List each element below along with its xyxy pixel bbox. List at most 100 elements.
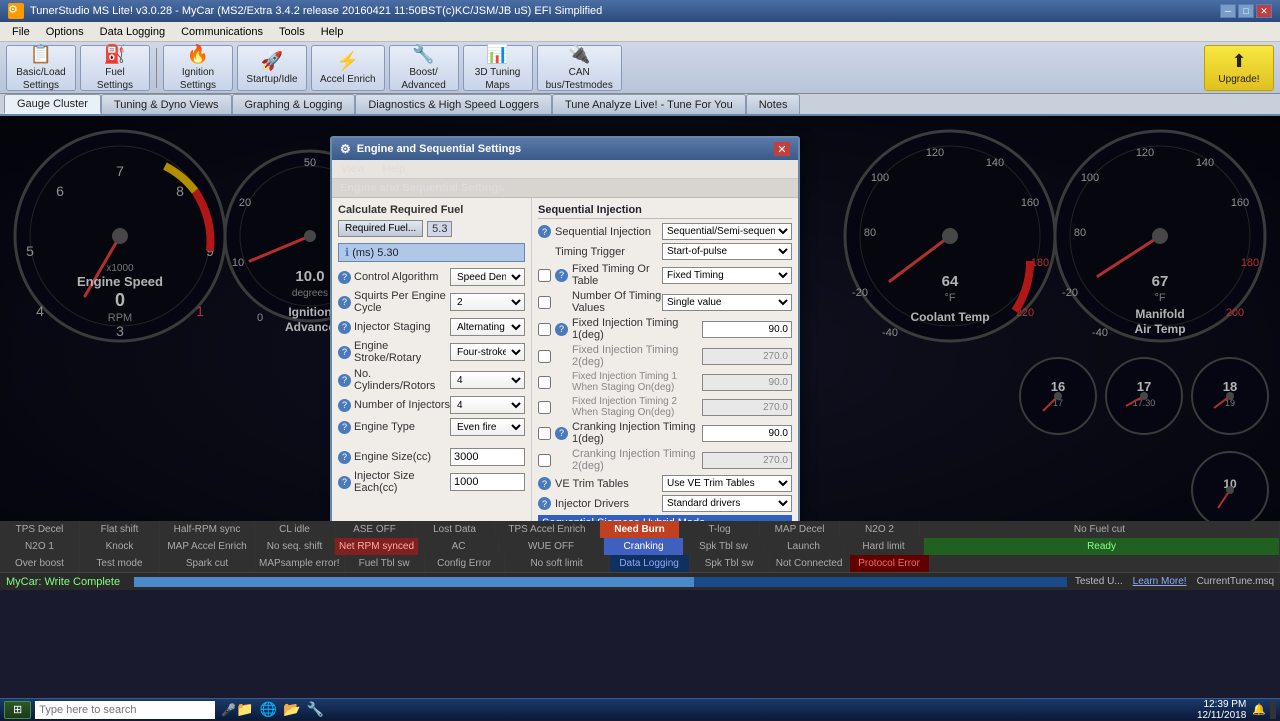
cranking-inj-1-checkbox[interactable] (538, 427, 551, 440)
injector-size-input[interactable] (450, 473, 525, 491)
taskbar-icon-4[interactable]: 🔧 (306, 701, 323, 718)
status-ase-off: ASE OFF (335, 521, 415, 538)
mic-icon: 🎤 (221, 703, 236, 717)
minimize-button[interactable]: ─ (1220, 4, 1236, 18)
injector-drivers-select[interactable]: Standard drivers (662, 495, 792, 512)
can-bus-button[interactable]: 🔌 CAN bus/Testmodes (537, 45, 622, 91)
engine-stroke-help-icon[interactable]: ? (338, 346, 351, 359)
basic-load-button[interactable]: 📋 Basic/Load Settings (6, 45, 76, 91)
status-hard-limit: Hard limit (844, 538, 924, 555)
ve-trim-select[interactable]: Use VE Trim Tables (662, 475, 792, 492)
injector-staging-select[interactable]: Alternating (450, 318, 525, 336)
num-injectors-help-icon[interactable]: ? (338, 399, 351, 412)
dialog-title-text: Engine and Sequential Settings (357, 143, 521, 155)
learn-more-link[interactable]: Learn More! (1133, 576, 1187, 587)
injector-drivers-help-icon[interactable]: ? (538, 497, 551, 510)
status-spk-tbl-sw: Spk Tbl sw (684, 538, 764, 555)
startup-idle-button[interactable]: 🚀 Startup/Idle (237, 45, 307, 91)
status-fuel-tbl-sw: Fuel Tbl sw (345, 555, 425, 572)
3d-tuning-button[interactable]: 📊 3D Tuning Maps (463, 45, 533, 91)
control-algorithm-select[interactable]: Speed Density (450, 268, 525, 286)
fixed-timing-checkbox[interactable] (538, 269, 551, 282)
status-map-decel: MAP Decel (760, 521, 840, 538)
num-injectors-select[interactable]: 4 (450, 396, 525, 414)
taskbar-icon-2[interactable]: 🌐 (260, 701, 277, 718)
seq-injection-select[interactable]: Sequential/Semi-sequential (662, 223, 792, 240)
fixed-timing-select[interactable]: Fixed Timing (662, 267, 792, 284)
cranking-inj-1-help-icon[interactable]: ? (555, 427, 568, 440)
menu-communications[interactable]: Communications (173, 26, 271, 38)
tab-gauge-cluster[interactable]: Gauge Cluster (4, 94, 101, 114)
taskbar-time-value: 12:39 PM (1197, 699, 1246, 710)
toolbar-separator (156, 48, 157, 88)
fixed-inj-1-staging-checkbox[interactable] (538, 376, 551, 389)
menu-data-logging[interactable]: Data Logging (92, 26, 173, 38)
engine-type-label: ? Engine Type (338, 421, 450, 434)
boost-advanced-button[interactable]: 🔧 Boost/ Advanced (389, 45, 459, 91)
timing-trigger-select[interactable]: Start-of-pulse (662, 243, 792, 260)
menu-options[interactable]: Options (38, 26, 92, 38)
fixed-inj-1-staging-row: Fixed Injection Timing 1 When Staging On… (538, 371, 792, 393)
engine-size-help-icon[interactable]: ? (338, 451, 351, 464)
cranking-inj-1-input[interactable] (702, 425, 792, 442)
ve-trim-help-icon[interactable]: ? (538, 477, 551, 490)
fixed-inj-1-help-icon[interactable]: ? (555, 323, 568, 336)
num-timing-values-checkbox[interactable] (538, 296, 551, 309)
injector-size-help-icon[interactable]: ? (338, 476, 351, 489)
engine-type-help-icon[interactable]: ? (338, 421, 351, 434)
squirts-per-cycle-select[interactable]: 2 (450, 293, 525, 311)
injector-drivers-row: ? Injector Drivers Standard drivers (538, 495, 792, 512)
cranking-inj-2-input[interactable] (702, 452, 792, 469)
num-timing-values-select[interactable]: Single value (662, 294, 792, 311)
engine-size-input[interactable] (450, 448, 525, 466)
tab-tuning-dyno[interactable]: Tuning & Dyno Views (101, 94, 232, 114)
ignition-button[interactable]: 🔥 Ignition Settings (163, 45, 233, 91)
fuel-settings-button[interactable]: ⛽ Fuel Settings (80, 45, 150, 91)
engine-size-row: ? Engine Size(cc) (338, 448, 525, 466)
status-empty (930, 555, 1280, 572)
cylinders-select[interactable]: 4 (450, 371, 525, 389)
injector-staging-help-icon[interactable]: ? (338, 321, 351, 334)
taskbar-icon-3[interactable]: 📂 (283, 701, 300, 718)
squirts-help-icon[interactable]: ? (338, 296, 351, 309)
fixed-inj-2-checkbox[interactable] (538, 350, 551, 363)
fixed-timing-help-icon[interactable]: ? (555, 269, 568, 282)
basic-load-label2: Settings (23, 80, 59, 91)
fixed-inj-2-input[interactable] (702, 348, 792, 365)
fixed-inj-1-input[interactable] (702, 321, 792, 338)
timing-trigger-row: Timing Trigger Start-of-pulse (538, 243, 792, 260)
fixed-inj-1-staging-input[interactable] (702, 374, 792, 391)
engine-stroke-label: ? Engine Stroke/Rotary (338, 340, 450, 364)
search-input[interactable] (35, 701, 215, 719)
required-fuel-button[interactable]: Required Fuel... (338, 220, 423, 237)
restore-button[interactable]: □ (1238, 4, 1254, 18)
engine-type-select[interactable]: Even fire (450, 418, 525, 436)
fixed-inj-2-staging-checkbox[interactable] (538, 401, 551, 414)
tab-graphing-logging[interactable]: Graphing & Logging (232, 94, 356, 114)
seq-injection-help-icon[interactable]: ? (538, 225, 551, 238)
close-button[interactable]: ✕ (1256, 4, 1272, 18)
dialog-menu-view[interactable]: View (338, 162, 368, 176)
engine-stroke-select[interactable]: Four-stroke (450, 343, 525, 361)
control-algorithm-help-icon[interactable]: ? (338, 271, 351, 284)
taskbar-icon-1[interactable]: 📁 (236, 701, 253, 718)
fixed-inj-1-checkbox[interactable] (538, 323, 551, 336)
accel-enrich-button[interactable]: ⚡ Accel Enrich (311, 45, 385, 91)
menu-file[interactable]: File (4, 26, 38, 38)
cylinders-help-icon[interactable]: ? (338, 374, 351, 387)
tab-notes[interactable]: Notes (746, 94, 801, 114)
status-launch: Launch (764, 538, 844, 555)
fixed-inj-2-staging-input[interactable] (702, 399, 792, 416)
upgrade-button[interactable]: ⬆ Upgrade! (1204, 45, 1274, 91)
tested-with-label: Tested U... (1075, 576, 1123, 587)
cranking-inj-2-checkbox[interactable] (538, 454, 551, 467)
tab-tune-analyze[interactable]: Tune Analyze Live! - Tune For You (552, 94, 746, 114)
start-button[interactable]: ⊞ (4, 701, 31, 719)
nav-tabs: Gauge Cluster Tuning & Dyno Views Graphi… (0, 94, 1280, 116)
dialog-close-button[interactable]: ✕ (774, 142, 790, 156)
dialog-menu-help[interactable]: Help (380, 162, 409, 176)
tab-diagnostics[interactable]: Diagnostics & High Speed Loggers (355, 94, 552, 114)
menu-help[interactable]: Help (313, 26, 352, 38)
menu-tools[interactable]: Tools (271, 26, 313, 38)
engine-type-row: ? Engine Type Even fire (338, 418, 525, 436)
